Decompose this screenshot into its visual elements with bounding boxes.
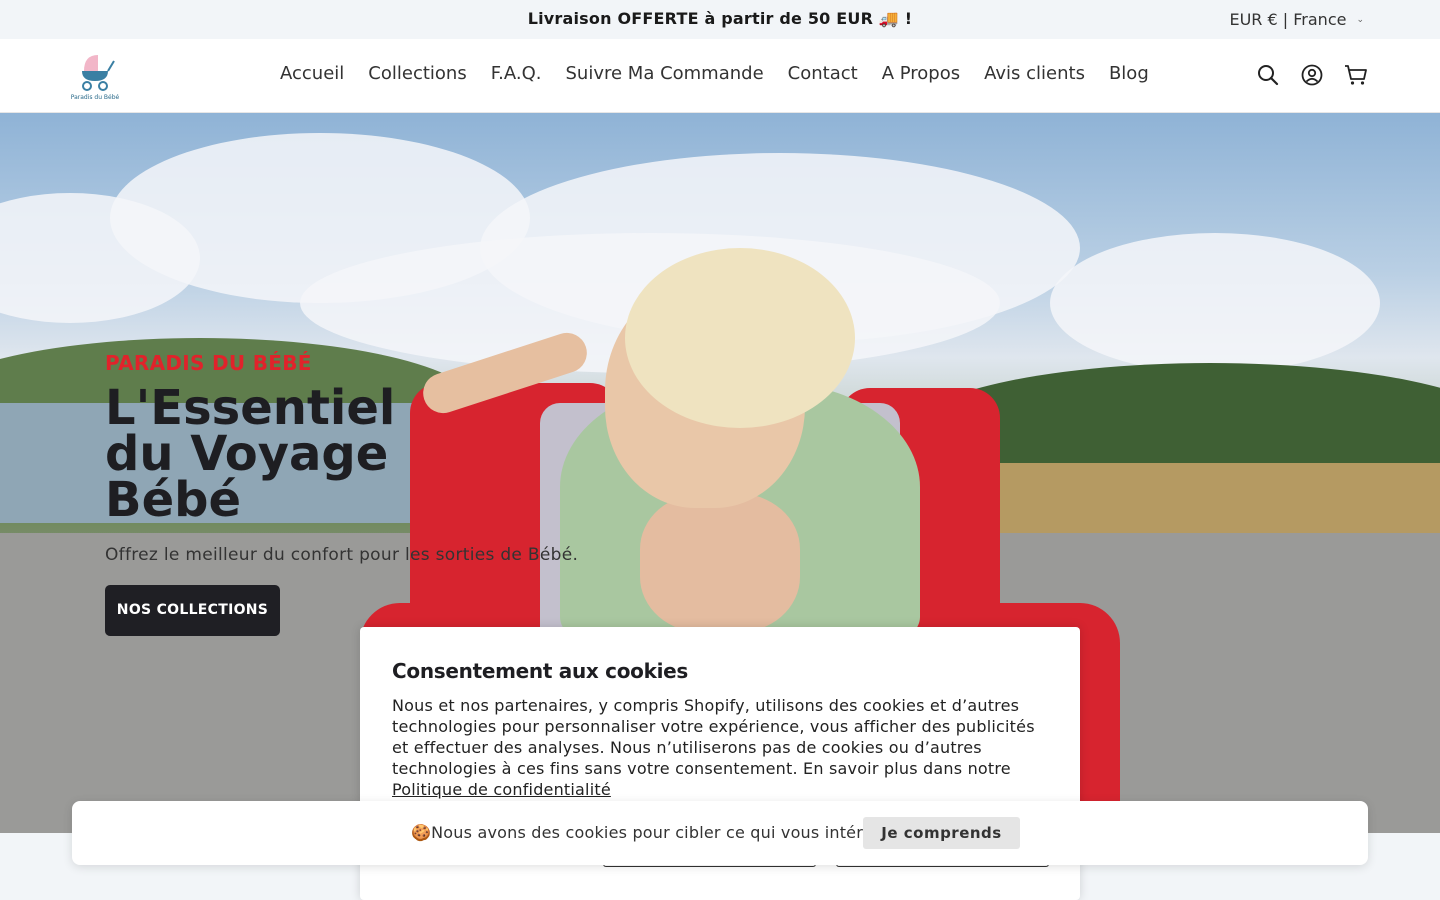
nav-collections[interactable]: Collections <box>368 63 466 84</box>
privacy-policy-link[interactable]: Politique de confidentialité <box>392 780 611 799</box>
consent-body: Nous et nos partenaires, y compris Shopi… <box>392 695 1048 800</box>
nav-contact[interactable]: Contact <box>788 63 858 84</box>
cart-icon[interactable] <box>1344 63 1368 87</box>
logo[interactable]: Paradis du Bébé <box>68 49 122 103</box>
hero-title: L'Essentiel du Voyage Bébé <box>105 380 396 528</box>
account-icon[interactable] <box>1300 63 1324 87</box>
nav-suivre-commande[interactable]: Suivre Ma Commande <box>566 63 764 84</box>
nav-blog[interactable]: Blog <box>1109 63 1149 84</box>
hero-subtitle: Offrez le meilleur du confort pour les s… <box>105 545 579 565</box>
cookie-bar: 🍪Nous avons des cookies pour cibler ce q… <box>72 801 1368 865</box>
cookie-bar-text: 🍪Nous avons des cookies pour cibler ce q… <box>411 823 906 842</box>
hero-kicker: PARADIS DU BÉBÉ <box>105 351 312 375</box>
nav-faq[interactable]: F.A.Q. <box>491 63 542 84</box>
header-icons <box>1256 63 1368 87</box>
consent-text: Nous et nos partenaires, y compris Shopi… <box>392 696 1035 778</box>
chest-shape <box>640 493 800 633</box>
collections-button[interactable]: NOS COLLECTIONS <box>105 585 280 636</box>
site-header: Paradis du Bébé Accueil Collections F.A.… <box>0 39 1440 113</box>
announcement-text: Livraison OFFERTE à partir de 50 EUR 🚚 ! <box>527 9 913 28</box>
chevron-down-icon: ⌄ <box>1356 14 1364 25</box>
accept-cookies-button[interactable]: Je comprends <box>863 817 1020 849</box>
search-icon[interactable] <box>1256 63 1280 87</box>
stroller-logo-icon <box>82 55 115 91</box>
nav-accueil[interactable]: Accueil <box>280 63 344 84</box>
consent-title: Consentement aux cookies <box>392 659 689 683</box>
main-nav: Accueil Collections F.A.Q. Suivre Ma Com… <box>280 63 1149 84</box>
announcement-bar: Livraison OFFERTE à partir de 50 EUR 🚚 !… <box>0 0 1440 39</box>
hair-shape <box>625 248 855 428</box>
cloud-shape <box>1050 233 1380 373</box>
currency-label: EUR € | France <box>1229 10 1347 29</box>
hero-copy: PARADIS DU BÉBÉ L'Essentiel du Voyage Bé… <box>105 351 578 636</box>
logo-text: Paradis du Bébé <box>70 94 120 101</box>
nav-avis-clients[interactable]: Avis clients <box>984 63 1085 84</box>
currency-selector[interactable]: EUR € | France ⌄ <box>1229 10 1364 29</box>
nav-a-propos[interactable]: A Propos <box>882 63 960 84</box>
